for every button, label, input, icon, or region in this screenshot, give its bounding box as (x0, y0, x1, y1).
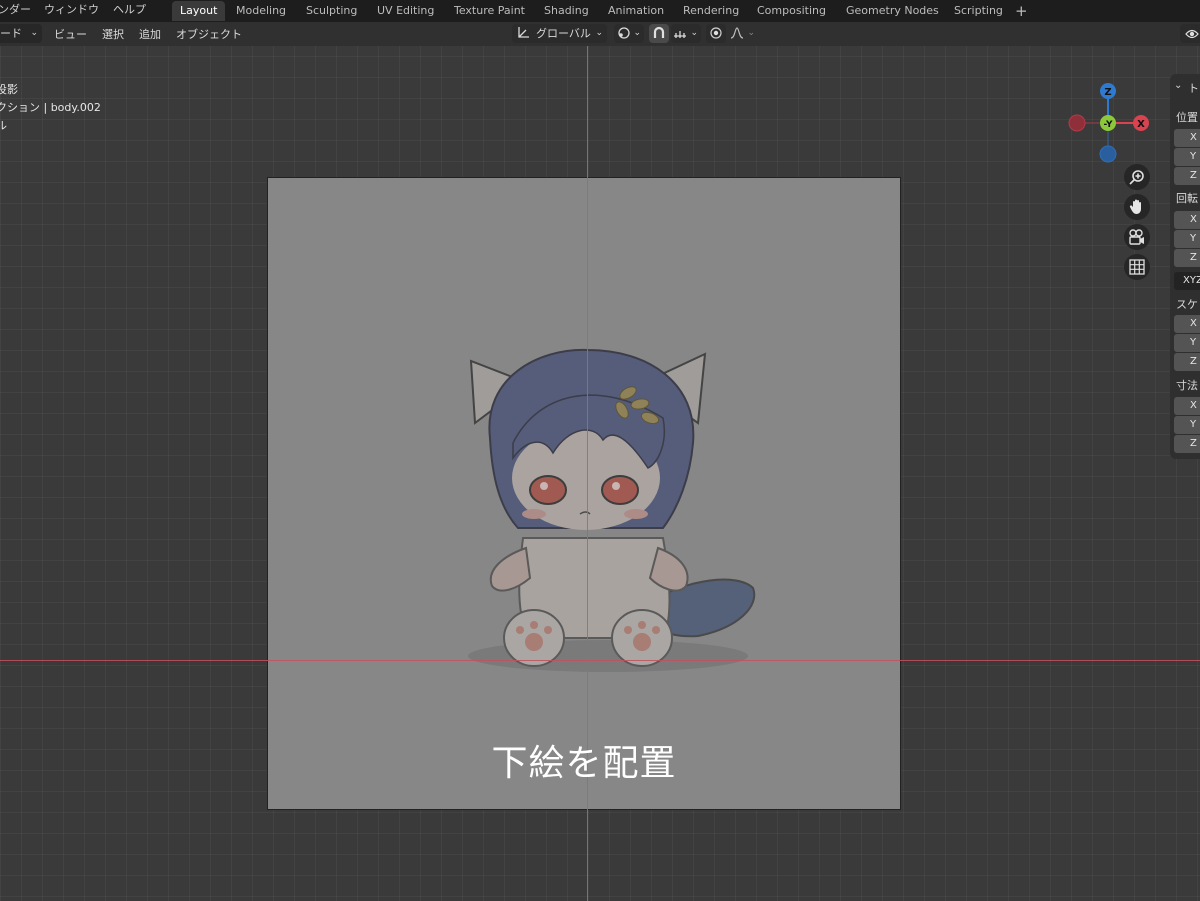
orientation-label: グローバル (536, 27, 591, 40)
dimensions-x-field[interactable]: X (1174, 397, 1200, 415)
zoom-button[interactable] (1124, 164, 1150, 190)
location-label: 位置 (1176, 111, 1198, 124)
sidebar-transform-panel[interactable]: ⌄ ト 位置 X Y Z 回転 X Y Z XYZ スケ X Y Z 寸法 X … (1170, 74, 1200, 459)
axis-x-label: X (1190, 132, 1197, 143)
falloff-dropdown[interactable]: ⌄ (728, 24, 758, 43)
menu-window[interactable]: ウィンドウ (44, 1, 99, 17)
falloff-curve-icon (730, 26, 744, 46)
tab-animation[interactable]: Animation (600, 1, 672, 21)
mode-label: ード (0, 27, 22, 40)
caption-text: 下絵を配置 (491, 743, 677, 784)
axis-y-label: Y (1190, 233, 1197, 244)
scale-y-field[interactable]: Y (1174, 334, 1200, 352)
character-reference-image (468, 348, 756, 672)
axis-y-label: Y (1190, 151, 1197, 162)
rotation-mode-label: XYZ (1183, 275, 1200, 286)
gizmo-y-label: -Y (1104, 120, 1113, 130)
axis-z-label: Z (1190, 438, 1197, 449)
axis-z-label: Z (1190, 252, 1197, 263)
scale-z-field[interactable]: Z (1174, 353, 1200, 371)
visibility-dropdown[interactable] (1180, 24, 1200, 43)
rotation-z-field[interactable]: Z (1174, 249, 1200, 267)
grid-icon (1129, 259, 1145, 279)
tab-scripting[interactable]: Scripting (946, 1, 1011, 21)
axis-x-label: X (1190, 214, 1197, 225)
axis-x-label: X (1190, 318, 1197, 329)
axis-y-label: Y (1190, 337, 1197, 348)
menu-add[interactable]: 追加 (139, 26, 161, 42)
pan-button[interactable] (1124, 194, 1150, 220)
tab-modeling[interactable]: Modeling (228, 1, 294, 21)
units-overlay: ル (0, 119, 7, 132)
mode-dropdown[interactable]: ード ⌄ (0, 24, 42, 43)
gizmo-z-label: Z (1104, 87, 1111, 98)
chevron-down-icon: ⌄ (30, 28, 38, 38)
gizmo-x-label: X (1137, 119, 1145, 130)
tab-rendering[interactable]: Rendering (675, 1, 747, 21)
dimensions-label: 寸法 (1176, 379, 1198, 392)
camera-icon (1128, 229, 1146, 249)
tab-shading[interactable]: Shading (536, 1, 597, 21)
navigation-gizmo[interactable]: Z X -Y (1065, 80, 1155, 170)
collection-object-overlay: クション | body.002 (0, 101, 101, 114)
menu-render[interactable]: ンダー (0, 1, 31, 17)
hand-icon (1129, 198, 1145, 219)
tab-geometry-nodes[interactable]: Geometry Nodes (838, 1, 947, 21)
view-name-overlay: 投影 (0, 83, 18, 96)
proportional-editing-toggle[interactable] (706, 24, 726, 43)
snap-toggle[interactable] (649, 24, 669, 43)
rotation-mode-dropdown[interactable]: XYZ (1174, 272, 1200, 290)
rotation-y-field[interactable]: Y (1174, 230, 1200, 248)
location-x-field[interactable]: X (1174, 129, 1200, 147)
tab-texture-paint[interactable]: Texture Paint (446, 1, 533, 21)
axis-z-label: Z (1190, 356, 1197, 367)
snap-increment-icon (673, 26, 687, 46)
axis-y-label: Y (1190, 419, 1197, 430)
axis-z-label: Z (1190, 170, 1197, 181)
chevron-down-icon[interactable]: ⌄ (1174, 80, 1182, 91)
chevron-down-icon: ⌄ (747, 28, 755, 38)
reference-image-plane[interactable] (267, 177, 901, 810)
axis-x-label: X (1190, 400, 1197, 411)
orientation-axes-icon (516, 26, 530, 46)
zoom-icon (1129, 169, 1145, 189)
x-axis-line (0, 660, 1200, 661)
location-y-field[interactable]: Y (1174, 148, 1200, 166)
transform-panel-title: ト (1188, 82, 1199, 95)
dimensions-z-field[interactable]: Z (1174, 435, 1200, 453)
pivot-point-dropdown[interactable]: ⌄ (614, 24, 644, 43)
tab-compositing[interactable]: Compositing (749, 1, 834, 21)
dimensions-y-field[interactable]: Y (1174, 416, 1200, 434)
tab-layout[interactable]: Layout (172, 1, 226, 21)
transform-orientation-dropdown[interactable]: グローバル ⌄ (512, 24, 607, 43)
eye-icon (1185, 27, 1199, 46)
magnet-icon (652, 26, 666, 46)
proportional-editing-icon (709, 26, 723, 46)
chevron-down-icon: ⌄ (595, 28, 603, 38)
rotation-x-field[interactable]: X (1174, 211, 1200, 229)
menu-help[interactable]: ヘルプ (113, 1, 146, 17)
add-workspace-button[interactable]: + (1015, 1, 1028, 21)
pivot-icon (617, 26, 631, 46)
location-z-field[interactable]: Z (1174, 167, 1200, 185)
chevron-down-icon: ⌄ (690, 28, 698, 38)
menu-object[interactable]: オブジェクト (176, 26, 242, 42)
menu-view[interactable]: ビュー (54, 26, 87, 42)
top-bar: ンダー ウィンドウ ヘルプ Layout Modeling Sculpting … (0, 0, 1200, 22)
scale-x-field[interactable]: X (1174, 315, 1200, 333)
scale-label: スケ (1176, 298, 1198, 311)
tab-sculpting[interactable]: Sculpting (298, 1, 365, 21)
menu-select[interactable]: 選択 (102, 26, 124, 42)
perspective-toggle-button[interactable] (1124, 254, 1150, 280)
snap-target-dropdown[interactable]: ⌄ (671, 24, 701, 43)
viewport-header: ード ⌄ ビュー 選択 追加 オブジェクト グローバル ⌄ ⌄ ⌄ ⌄ (0, 22, 1200, 46)
rotation-label: 回転 (1176, 192, 1198, 205)
camera-view-button[interactable] (1124, 224, 1150, 250)
chevron-down-icon: ⌄ (633, 28, 641, 38)
tab-uv-editing[interactable]: UV Editing (369, 1, 442, 21)
